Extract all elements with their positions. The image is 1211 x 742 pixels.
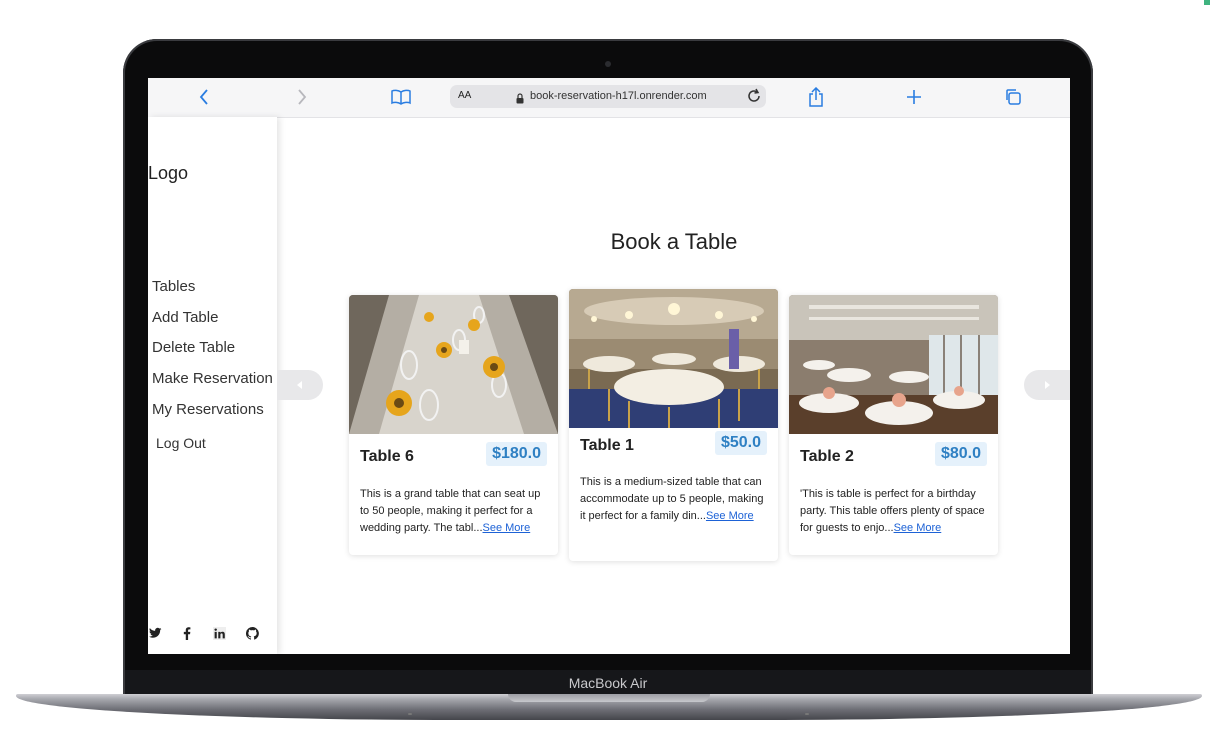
caret-left-icon bbox=[297, 381, 302, 389]
back-icon[interactable] bbox=[193, 86, 215, 108]
table-card[interactable]: Table 2 $80.0 'This is table is perfect … bbox=[789, 295, 998, 555]
laptop-foot bbox=[408, 713, 412, 715]
logout-button[interactable]: Log Out bbox=[156, 435, 206, 451]
bookmarks-icon[interactable] bbox=[390, 86, 412, 108]
table-price: $180.0 bbox=[486, 442, 547, 466]
share-icon[interactable] bbox=[805, 86, 827, 108]
camera bbox=[605, 61, 611, 67]
carousel-prev-button[interactable] bbox=[277, 370, 323, 400]
forward-icon[interactable] bbox=[291, 86, 313, 108]
see-more-link[interactable]: See More bbox=[706, 510, 754, 522]
reader-aa-button[interactable]: AA bbox=[458, 90, 471, 101]
reload-icon[interactable] bbox=[746, 88, 762, 109]
sidebar-item-add-table[interactable]: Add Table bbox=[152, 309, 218, 326]
laptop-notch bbox=[508, 694, 710, 702]
table-price: $50.0 bbox=[714, 431, 767, 455]
facebook-icon[interactable] bbox=[180, 626, 194, 640]
carousel-next-button[interactable] bbox=[1024, 370, 1070, 400]
table-name: Table 6 bbox=[360, 448, 414, 465]
table-name: Table 2 bbox=[800, 448, 854, 465]
github-icon[interactable] bbox=[245, 626, 259, 640]
browser-toolbar: AA book-reservation-h17l.onrender.com bbox=[148, 78, 1070, 118]
browser-screen: AA book-reservation-h17l.onrender.com Lo… bbox=[148, 78, 1070, 654]
table-description: This is a grand table that can seat up t… bbox=[360, 488, 541, 534]
table-image bbox=[789, 295, 998, 434]
sidebar-item-my-reservations[interactable]: My Reservations bbox=[152, 401, 264, 418]
tabs-icon[interactable] bbox=[1002, 86, 1024, 108]
see-more-link[interactable]: See More bbox=[483, 522, 531, 534]
caret-right-icon bbox=[1045, 381, 1050, 389]
table-name: Table 1 bbox=[580, 437, 634, 454]
page-title: Book a Table bbox=[610, 229, 738, 254]
logo[interactable]: Logo bbox=[148, 163, 188, 184]
device-label: MacBook Air bbox=[125, 670, 1091, 694]
url-text: book-reservation-h17l.onrender.com bbox=[530, 90, 707, 102]
new-tab-icon[interactable] bbox=[903, 86, 925, 108]
linkedin-icon[interactable] bbox=[212, 626, 226, 640]
table-description: This is a medium-sized table that can ac… bbox=[580, 476, 764, 522]
sidebar-item-make-reservation[interactable]: Make Reservation bbox=[152, 370, 273, 387]
table-card[interactable]: Table 1 $50.0 This is a medium-sized tab… bbox=[569, 289, 778, 561]
sidebar-item-tables[interactable]: Tables bbox=[152, 278, 195, 295]
twitter-icon[interactable] bbox=[148, 626, 162, 640]
address-bar[interactable]: AA book-reservation-h17l.onrender.com bbox=[450, 85, 766, 108]
table-description: 'This is table is perfect for a birthday… bbox=[800, 488, 985, 534]
table-price: $80.0 bbox=[934, 442, 987, 466]
table-image bbox=[349, 295, 558, 434]
table-image bbox=[569, 289, 778, 428]
corner-mark bbox=[1204, 0, 1210, 5]
see-more-link[interactable]: See More bbox=[894, 522, 942, 534]
sidebar-item-delete-table[interactable]: Delete Table bbox=[152, 339, 235, 356]
lock-icon bbox=[516, 91, 524, 109]
laptop-foot bbox=[805, 713, 809, 715]
sidebar: Logo Tables Add Table Delete Table Make … bbox=[148, 117, 277, 654]
table-card[interactable]: Table 6 $180.0 This is a grand table tha… bbox=[349, 295, 558, 555]
